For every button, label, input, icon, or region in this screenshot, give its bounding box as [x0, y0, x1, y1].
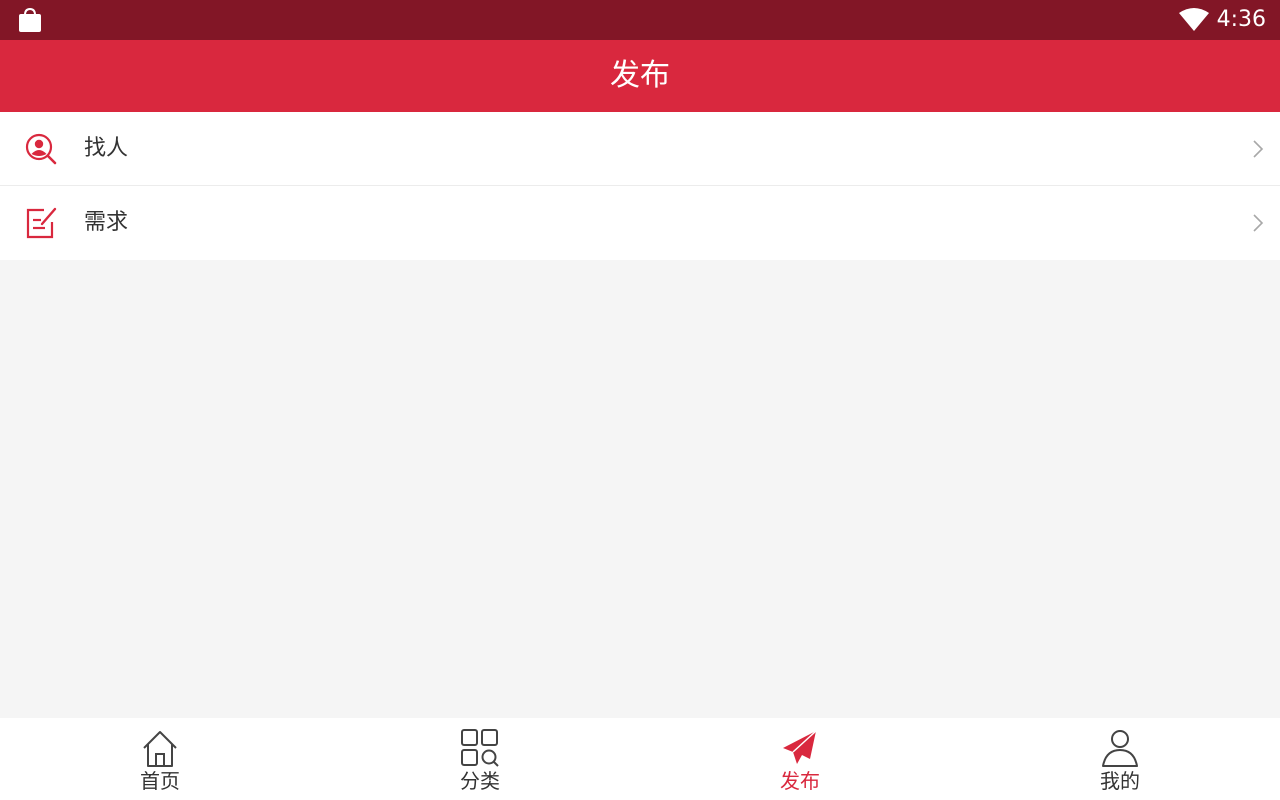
- tab-mine[interactable]: 我的: [960, 718, 1280, 800]
- wifi-icon: [1179, 8, 1209, 31]
- page-title: 发布: [610, 58, 670, 93]
- tab-label: 分类: [460, 769, 500, 793]
- find-person-icon: [25, 133, 57, 165]
- user-icon: [1102, 730, 1138, 767]
- tab-publish[interactable]: 发布: [640, 718, 960, 800]
- tab-home[interactable]: 首页: [0, 718, 320, 800]
- chevron-right-icon: [1253, 214, 1264, 232]
- menu-item-find-person[interactable]: 找人: [0, 112, 1280, 186]
- status-bar: 4:36: [0, 0, 1280, 40]
- bottom-tab-bar: 首页 分类 发布 我的: [0, 718, 1280, 800]
- tab-category[interactable]: 分类: [320, 718, 640, 800]
- shopping-bag-icon: [19, 7, 41, 32]
- category-grid-icon: [461, 729, 499, 767]
- edit-note-icon: [26, 207, 57, 239]
- tab-label: 我的: [1100, 769, 1140, 793]
- chevron-right-icon: [1253, 140, 1264, 158]
- publish-menu: 找人 需求: [0, 112, 1280, 260]
- menu-item-demand[interactable]: 需求: [0, 186, 1280, 260]
- app-header: 发布: [0, 40, 1280, 112]
- paper-plane-icon: [783, 730, 817, 764]
- menu-item-label: 找人: [84, 136, 129, 161]
- clock: 4:36: [1216, 7, 1266, 32]
- tab-label: 首页: [140, 769, 180, 793]
- tab-label: 发布: [780, 769, 820, 793]
- home-icon: [143, 731, 177, 767]
- menu-item-label: 需求: [84, 210, 129, 235]
